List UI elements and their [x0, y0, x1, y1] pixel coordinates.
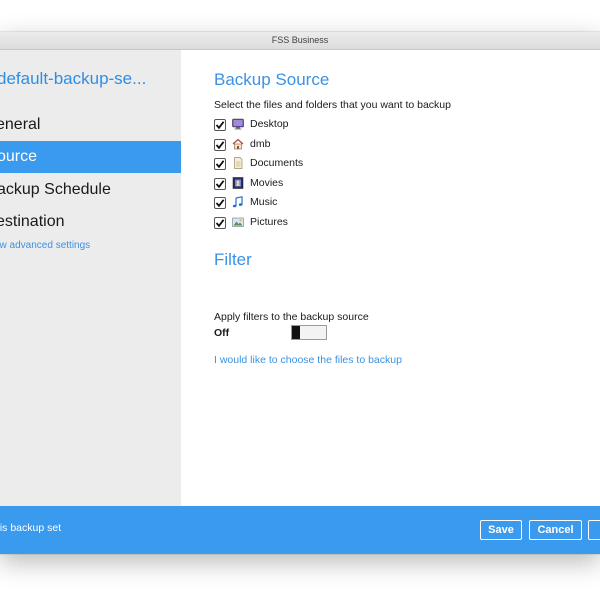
show-advanced-settings-link[interactable]: ow advanced settings: [0, 240, 90, 251]
filter-state-label: Off: [214, 327, 230, 339]
filter-instruction: Apply filters to the backup source: [214, 311, 369, 323]
save-button[interactable]: Save: [480, 520, 522, 540]
sidebar-item-destination[interactable]: estination: [0, 206, 181, 238]
checkmark-icon: [215, 121, 225, 130]
cancel-button[interactable]: Cancel: [529, 520, 582, 540]
checkmark-icon: [215, 219, 225, 228]
documents-label: Documents: [250, 157, 304, 169]
filter-heading: Filter: [214, 250, 252, 269]
delete-backup-set-link[interactable]: his backup set: [0, 522, 61, 534]
home-icon: [232, 138, 244, 150]
sidebar-item-backup-schedule[interactable]: ackup Schedule: [0, 174, 181, 206]
sidebar-item-general[interactable]: eneral: [0, 109, 181, 141]
checkmark-icon: [215, 160, 225, 169]
pictures-checkbox[interactable]: [214, 217, 226, 229]
toggle-knob: [292, 326, 300, 339]
sidebar: default-backup-se... eneral ource ackup …: [0, 50, 181, 506]
backup-source-instruction: Select the files and folders that you wa…: [214, 99, 451, 111]
choose-files-link[interactable]: I would like to choose the files to back…: [214, 354, 402, 366]
dmb-label: dmb: [250, 138, 271, 150]
movies-icon: [232, 177, 244, 189]
dmb-checkbox[interactable]: [214, 139, 226, 151]
movies-label: Movies: [250, 177, 284, 189]
sidebar-item-label: ource: [0, 148, 38, 165]
checkmark-icon: [215, 180, 225, 189]
pictures-icon: [232, 216, 244, 228]
sidebar-item-label: estination: [0, 213, 65, 230]
desktop-icon: [232, 118, 244, 130]
sidebar-item-label: eneral: [0, 116, 41, 133]
desktop-label: Desktop: [250, 118, 289, 130]
window-titlebar: FSS Business: [0, 32, 600, 50]
desktop-checkbox[interactable]: [214, 119, 226, 131]
music-label: Music: [250, 196, 278, 208]
sidebar-item-source[interactable]: ource: [0, 141, 181, 173]
checkmark-icon: [215, 199, 225, 208]
checkmark-icon: [215, 141, 225, 150]
pictures-label: Pictures: [250, 216, 288, 228]
filter-toggle[interactable]: [291, 325, 327, 340]
footer-bar: his backup set Save Cancel: [0, 506, 600, 554]
movies-checkbox[interactable]: [214, 178, 226, 190]
documents-checkbox[interactable]: [214, 158, 226, 170]
backup-set-name: default-backup-se...: [0, 69, 147, 88]
main-content: Backup Source Select the files and folde…: [181, 50, 600, 506]
app-window: FSS Business default-backup-se... eneral…: [0, 32, 600, 554]
backup-source-heading: Backup Source: [214, 70, 330, 89]
window-title: FSS Business: [271, 35, 329, 45]
sidebar-item-label: ackup Schedule: [0, 181, 111, 198]
footer-button-partial[interactable]: [588, 520, 600, 540]
music-checkbox[interactable]: [214, 197, 226, 209]
documents-icon: [232, 157, 244, 169]
music-icon: [232, 196, 244, 208]
